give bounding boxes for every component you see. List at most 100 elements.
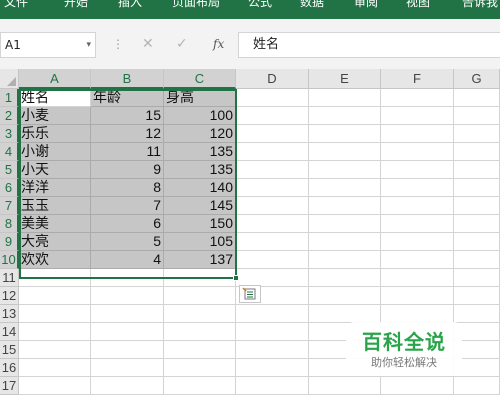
column-header-B[interactable]: B	[91, 69, 164, 89]
cell-D3[interactable]	[236, 125, 309, 143]
cell-F11[interactable]	[381, 269, 454, 287]
cell-A1[interactable]: 姓名	[19, 89, 91, 107]
cell-D4[interactable]	[236, 143, 309, 161]
select-all-button[interactable]	[0, 69, 19, 89]
cell-A13[interactable]	[19, 305, 91, 323]
cell-G6[interactable]	[454, 179, 500, 197]
fill-handle[interactable]	[233, 275, 239, 281]
cell-B8[interactable]: 6	[91, 215, 164, 233]
cell-G3[interactable]	[454, 125, 500, 143]
row-header-13[interactable]: 13	[0, 305, 19, 323]
row-header-9[interactable]: 9	[0, 233, 19, 251]
cell-F12[interactable]	[381, 287, 454, 305]
cell-G12[interactable]	[454, 287, 500, 305]
cell-C5[interactable]: 135	[164, 161, 236, 179]
cell-D10[interactable]	[236, 251, 309, 269]
row-header-16[interactable]: 16	[0, 359, 19, 377]
cell-C13[interactable]	[164, 305, 236, 323]
cell-C10[interactable]: 137	[164, 251, 236, 269]
cell-A12[interactable]	[19, 287, 91, 305]
cell-F9[interactable]	[381, 233, 454, 251]
tab-page-layout[interactable]: 页面布局	[172, 0, 220, 10]
cell-E3[interactable]	[309, 125, 381, 143]
cell-D9[interactable]	[236, 233, 309, 251]
row-header-5[interactable]: 5	[0, 161, 19, 179]
cell-A5[interactable]: 小天	[19, 161, 91, 179]
cell-E1[interactable]	[309, 89, 381, 107]
cell-F6[interactable]	[381, 179, 454, 197]
cell-A7[interactable]: 玉玉	[19, 197, 91, 215]
cell-C15[interactable]	[164, 341, 236, 359]
cell-D5[interactable]	[236, 161, 309, 179]
cancel-icon[interactable]: ✕	[142, 36, 154, 52]
row-header-15[interactable]: 15	[0, 341, 19, 359]
cell-B16[interactable]	[91, 359, 164, 377]
tab-insert[interactable]: 插入	[118, 0, 142, 10]
cell-B5[interactable]: 9	[91, 161, 164, 179]
cell-C9[interactable]: 105	[164, 233, 236, 251]
cell-E5[interactable]	[309, 161, 381, 179]
cell-F4[interactable]	[381, 143, 454, 161]
cell-A14[interactable]	[19, 323, 91, 341]
cell-F10[interactable]	[381, 251, 454, 269]
cell-G11[interactable]	[454, 269, 500, 287]
tab-file[interactable]: 文件	[4, 0, 28, 10]
cell-C14[interactable]	[164, 323, 236, 341]
cell-C11[interactable]	[164, 269, 236, 287]
cell-B2[interactable]: 15	[91, 107, 164, 125]
cell-B10[interactable]: 4	[91, 251, 164, 269]
cell-A4[interactable]: 小谢	[19, 143, 91, 161]
cell-B17[interactable]	[91, 377, 164, 395]
cell-C16[interactable]	[164, 359, 236, 377]
cell-G5[interactable]	[454, 161, 500, 179]
cell-B15[interactable]	[91, 341, 164, 359]
cell-C17[interactable]	[164, 377, 236, 395]
cell-E6[interactable]	[309, 179, 381, 197]
cell-D6[interactable]	[236, 179, 309, 197]
cell-E4[interactable]	[309, 143, 381, 161]
cell-G4[interactable]	[454, 143, 500, 161]
tab-data[interactable]: 数据	[300, 0, 324, 10]
cell-A3[interactable]: 乐乐	[19, 125, 91, 143]
cell-E10[interactable]	[309, 251, 381, 269]
drag-handle-icon[interactable]: ⋮	[112, 37, 124, 51]
cell-G2[interactable]	[454, 107, 500, 125]
column-header-E[interactable]: E	[309, 69, 381, 89]
row-header-6[interactable]: 6	[0, 179, 19, 197]
cell-E9[interactable]	[309, 233, 381, 251]
row-header-14[interactable]: 14	[0, 323, 19, 341]
cell-D15[interactable]	[236, 341, 309, 359]
cell-A9[interactable]: 大亮	[19, 233, 91, 251]
cell-A15[interactable]	[19, 341, 91, 359]
cell-G9[interactable]	[454, 233, 500, 251]
row-header-1[interactable]: 1	[0, 89, 19, 107]
cell-A2[interactable]: 小麦	[19, 107, 91, 125]
cell-F1[interactable]	[381, 89, 454, 107]
column-header-A[interactable]: A	[19, 69, 91, 89]
cell-B12[interactable]	[91, 287, 164, 305]
cell-E17[interactable]	[309, 377, 381, 395]
cell-F5[interactable]	[381, 161, 454, 179]
cell-G7[interactable]	[454, 197, 500, 215]
cell-F17[interactable]	[381, 377, 454, 395]
row-header-4[interactable]: 4	[0, 143, 19, 161]
tab-home[interactable]: 开始	[64, 0, 88, 10]
cell-F7[interactable]	[381, 197, 454, 215]
cell-D14[interactable]	[236, 323, 309, 341]
cell-A17[interactable]	[19, 377, 91, 395]
cell-D16[interactable]	[236, 359, 309, 377]
row-header-12[interactable]: 12	[0, 287, 19, 305]
row-header-8[interactable]: 8	[0, 215, 19, 233]
cell-D8[interactable]	[236, 215, 309, 233]
cell-G8[interactable]	[454, 215, 500, 233]
cell-C6[interactable]: 140	[164, 179, 236, 197]
cell-E8[interactable]	[309, 215, 381, 233]
tab-view[interactable]: 视图	[406, 0, 430, 10]
name-box[interactable]: A1 ▾	[0, 32, 96, 58]
cell-F2[interactable]	[381, 107, 454, 125]
row-header-2[interactable]: 2	[0, 107, 19, 125]
cell-A6[interactable]: 洋洋	[19, 179, 91, 197]
cell-B6[interactable]: 8	[91, 179, 164, 197]
row-header-3[interactable]: 3	[0, 125, 19, 143]
cell-E2[interactable]	[309, 107, 381, 125]
